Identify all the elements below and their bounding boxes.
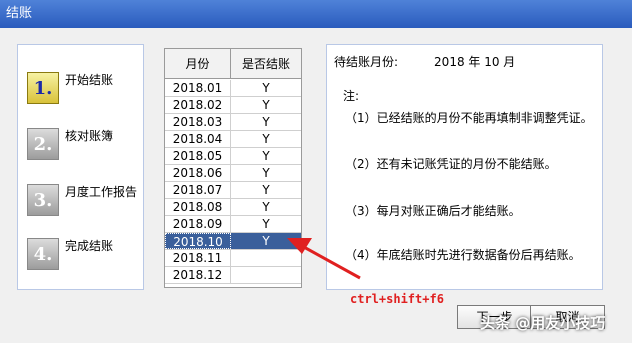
shortcut-annotation: ctrl+shift+f6 — [350, 292, 444, 306]
arrow-line — [301, 244, 361, 280]
arrow-head — [287, 238, 312, 254]
watermark: 头条 @用友小技巧 — [480, 314, 606, 332]
annotation-arrow — [287, 238, 361, 280]
